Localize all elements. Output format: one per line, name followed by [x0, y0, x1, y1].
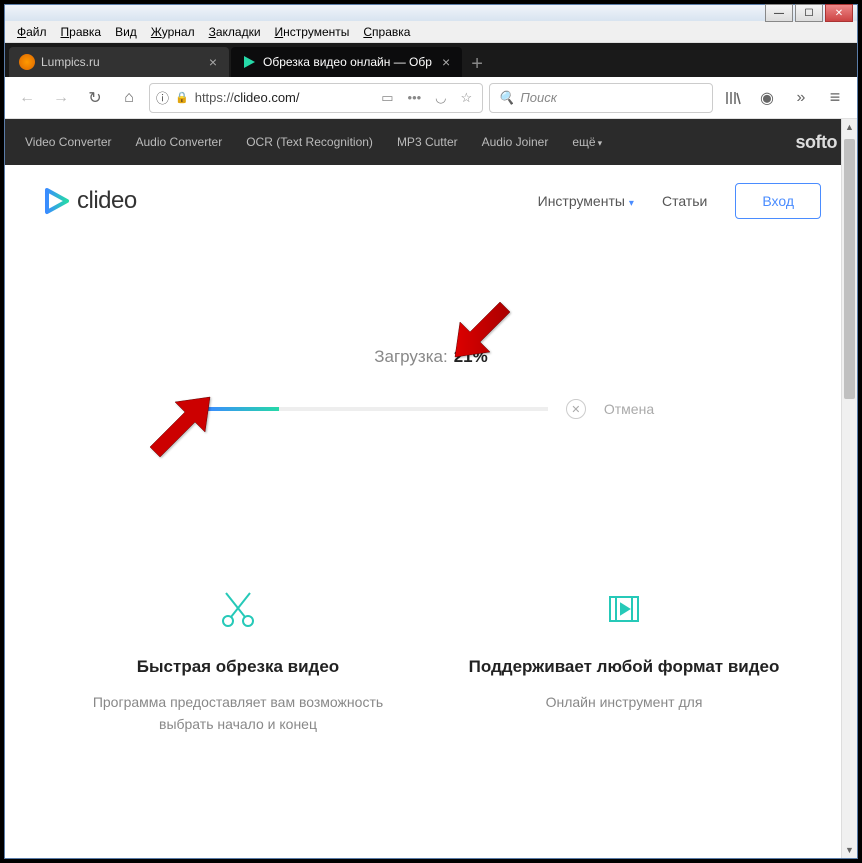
menu-icon[interactable]: ≡: [821, 84, 849, 112]
reload-button[interactable]: ↻: [81, 84, 109, 112]
tab-close-button[interactable]: ×: [438, 54, 454, 70]
menu-help[interactable]: Справка: [357, 23, 416, 40]
overflow-icon[interactable]: »: [787, 84, 815, 112]
menu-history[interactable]: Журнал: [145, 23, 201, 40]
scroll-thumb[interactable]: [844, 139, 855, 399]
nav-articles[interactable]: Статьи: [662, 193, 707, 209]
browser-tab[interactable]: Lumpics.ru ×: [9, 47, 229, 77]
bookmark-star-icon[interactable]: ☆: [457, 90, 477, 106]
softo-link[interactable]: Audio Converter: [136, 135, 223, 149]
feature-card: Поддерживает любой формат видео Онлайн и…: [451, 579, 797, 736]
back-button[interactable]: ←: [13, 84, 41, 112]
window-minimize-button[interactable]: —: [765, 4, 793, 22]
favicon-icon: [241, 54, 257, 70]
search-placeholder: Поиск: [520, 90, 557, 105]
menu-tools[interactable]: Инструменты: [269, 23, 356, 40]
page-content: Video Converter Audio Converter OCR (Tex…: [5, 119, 857, 858]
window-maximize-button[interactable]: ☐: [795, 4, 823, 22]
menu-edit[interactable]: Правка: [55, 23, 108, 40]
library-icon[interactable]: [719, 84, 747, 112]
search-icon: 🔍: [498, 90, 514, 106]
browser-toolbar: ← → ↻ ⌂ ⓘ 🔒 https://clideo.com/ ▭ ••• ◡ …: [5, 77, 857, 119]
brand-text: clideo: [77, 187, 137, 215]
softo-link[interactable]: MP3 Cutter: [397, 135, 458, 149]
url-text: https://clideo.com/: [195, 90, 372, 105]
video-format-icon: [451, 579, 797, 639]
tab-title: Lumpics.ru: [41, 55, 199, 69]
search-box[interactable]: 🔍 Поиск: [489, 83, 713, 113]
reader-mode-icon[interactable]: ▭: [377, 90, 397, 106]
tab-close-button[interactable]: ×: [205, 54, 221, 70]
features-section: Быстрая обрезка видео Программа предоста…: [5, 539, 857, 736]
address-bar[interactable]: ⓘ 🔒 https://clideo.com/ ▭ ••• ◡ ☆: [149, 83, 483, 113]
nav-tools[interactable]: Инструменты▾: [538, 193, 634, 209]
feature-desc: Программа предоставляет вам возможность …: [65, 691, 411, 736]
lock-icon: 🔒: [175, 91, 189, 104]
browser-tab[interactable]: Обрезка видео онлайн — Обр ×: [231, 47, 462, 77]
cancel-label[interactable]: Отмена: [604, 401, 654, 417]
browser-window: — ☐ ✕ Файл Правка Вид Журнал Закладки Ин…: [4, 4, 858, 859]
new-tab-button[interactable]: +: [464, 51, 490, 77]
window-titlebar: — ☐ ✕: [5, 5, 857, 21]
feature-title: Быстрая обрезка видео: [65, 657, 411, 677]
upload-status: Загрузка:21%: [5, 347, 857, 367]
feature-title: Поддерживает любой формат видео: [451, 657, 797, 677]
softo-logo[interactable]: softo: [796, 132, 838, 153]
page-actions-icon[interactable]: •••: [404, 90, 426, 105]
softo-link[interactable]: OCR (Text Recognition): [246, 135, 373, 149]
scroll-down-icon[interactable]: ▼: [842, 842, 857, 858]
site-header: clideo Инструменты▾ Статьи Вход: [5, 165, 857, 237]
progress-bar: [208, 407, 548, 411]
feature-card: Быстрая обрезка видео Программа предоста…: [65, 579, 411, 736]
softo-link[interactable]: Video Converter: [25, 135, 112, 149]
home-button[interactable]: ⌂: [115, 84, 143, 112]
scroll-up-icon[interactable]: ▲: [842, 119, 857, 135]
menu-file[interactable]: Файл: [11, 23, 53, 40]
browser-tabstrip: Lumpics.ru × Обрезка видео онлайн — Обр …: [5, 43, 857, 77]
info-icon[interactable]: ⓘ: [156, 88, 169, 107]
favicon-icon: [19, 54, 35, 70]
clideo-logo[interactable]: clideo: [41, 186, 137, 216]
forward-button[interactable]: →: [47, 84, 75, 112]
upload-section: Загрузка:21% ✕ Отмена: [5, 237, 857, 539]
progress-fill: [208, 407, 279, 411]
softo-link[interactable]: Audio Joiner: [482, 135, 549, 149]
tab-title: Обрезка видео онлайн — Обр: [263, 55, 432, 69]
window-close-button[interactable]: ✕: [825, 4, 853, 22]
login-button[interactable]: Вход: [735, 183, 821, 219]
browser-menubar: Файл Правка Вид Журнал Закладки Инструме…: [5, 21, 857, 43]
tracking-icon[interactable]: ◡: [431, 90, 450, 106]
scissors-icon: [65, 579, 411, 639]
vertical-scrollbar[interactable]: ▲ ▼: [841, 119, 857, 858]
softo-topbar: Video Converter Audio Converter OCR (Tex…: [5, 119, 857, 165]
feature-desc: Онлайн инструмент для: [451, 691, 797, 713]
softo-more[interactable]: ещё▾: [572, 135, 602, 149]
extension-icon[interactable]: ◉: [753, 84, 781, 112]
menu-view[interactable]: Вид: [109, 23, 143, 40]
menu-bookmarks[interactable]: Закладки: [203, 23, 267, 40]
cancel-button[interactable]: ✕: [566, 399, 586, 419]
